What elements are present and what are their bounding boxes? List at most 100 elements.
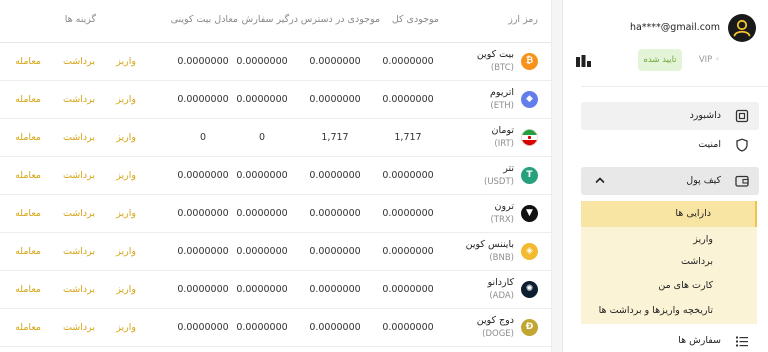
sidebar-subitem-history[interactable]: تاریخچه واریزها و برداشت ها xyxy=(581,298,757,324)
assets-table: رمز ارز موجودی کل موجودی در دسترس درگیر … xyxy=(0,0,552,352)
coin-name: ترون xyxy=(494,201,514,212)
deposit-link[interactable]: واریز xyxy=(116,56,136,67)
ethereum-icon: ◆ xyxy=(521,91,538,108)
deposit-link[interactable]: واریز xyxy=(116,132,136,143)
sidebar-subitem-label: کارت های من xyxy=(658,280,713,291)
available-balance: 0.0000000 xyxy=(309,284,361,295)
withdraw-link[interactable]: برداشت xyxy=(63,94,95,105)
header-in-orders: درگیر سفارش xyxy=(241,14,298,25)
total-balance: 0.0000000 xyxy=(382,246,434,257)
deposit-link[interactable]: واریز xyxy=(116,94,136,105)
table-row: ✺ کاردانو (ADA) 0.0000000 0.0000000 0.0000000… xyxy=(0,271,551,309)
coin-name: دوج کوین xyxy=(476,315,514,326)
total-balance: 0.0000000 xyxy=(382,284,434,295)
shield-icon xyxy=(736,138,748,152)
sidebar-item-label: امنیت xyxy=(698,139,721,150)
deposit-link[interactable]: واریز xyxy=(116,170,136,181)
total-balance: 1,717 xyxy=(394,132,422,143)
coin-name: بیت کوین xyxy=(476,49,514,60)
sidebar-item-dashboard[interactable]: داشبورد xyxy=(581,102,759,130)
sidebar-item-label: داشبورد xyxy=(689,110,721,121)
bitcoin-icon: ₿ xyxy=(521,53,538,70)
header-asset: رمز ارز xyxy=(508,14,538,25)
sidebar-divider xyxy=(581,86,768,87)
coin-symbol: (IRT) xyxy=(494,139,514,149)
deposit-link[interactable]: واریز xyxy=(116,322,136,333)
sidebar-item-label: سفارش ها xyxy=(678,335,721,346)
deposit-link[interactable]: واریز xyxy=(116,284,136,295)
sidebar-item-label: کیف پول xyxy=(686,175,721,186)
trade-link[interactable]: معامله xyxy=(15,246,41,257)
dogecoin-icon: Ð xyxy=(521,319,538,336)
withdraw-link[interactable]: برداشت xyxy=(63,322,95,333)
table-row: ▼ ترون (TRX) 0.0000000 0.0000000 0.0000000 0.0… xyxy=(0,195,551,233)
avatar[interactable] xyxy=(728,14,756,42)
table-row: تومان (IRT) 1,717 1,717 0 0 واریز برداشت معامله xyxy=(0,119,551,157)
tron-icon: ▼ xyxy=(521,205,538,222)
total-balance: 0.0000000 xyxy=(382,94,434,105)
coin-name: اتریوم xyxy=(490,87,514,98)
in-orders-balance: 0.0000000 xyxy=(236,208,288,219)
withdraw-link[interactable]: برداشت xyxy=(63,132,95,143)
coin-symbol: (BTC) xyxy=(490,63,514,73)
sidebar-item-wallet[interactable]: کیف پول xyxy=(581,167,759,195)
trade-link[interactable]: معامله xyxy=(15,170,41,181)
in-orders-balance: 0.0000000 xyxy=(236,246,288,257)
available-balance: 0.0000000 xyxy=(309,208,361,219)
user-icon xyxy=(733,19,751,37)
withdraw-link[interactable]: برداشت xyxy=(63,56,95,67)
coin-glyph: Ð xyxy=(525,322,534,332)
header-btc-equiv: معادل بیت کوینی xyxy=(170,14,238,25)
btc-equivalent: 0.0000000 xyxy=(177,284,229,295)
total-balance: 0.0000000 xyxy=(382,208,434,219)
binance-icon: ◈ xyxy=(521,243,538,260)
withdraw-link[interactable]: برداشت xyxy=(63,246,95,257)
wallet-icon xyxy=(735,175,749,187)
iran-flag-icon xyxy=(521,129,538,146)
sidebar-subitem-withdraw[interactable]: برداشت xyxy=(581,249,757,275)
sidebar-subitem-label: برداشت xyxy=(680,256,713,267)
sidebar-subitem-my-cards[interactable]: کارت های من xyxy=(581,273,757,299)
withdraw-link[interactable]: برداشت xyxy=(63,170,95,181)
btc-equivalent: 0.0000000 xyxy=(177,94,229,105)
withdraw-link[interactable]: برداشت xyxy=(63,208,95,219)
table-row: ◆ اتریوم (ETH) 0.0000000 0.0000000 0.0000000 0… xyxy=(0,81,551,119)
table-row: T تتر (USDT) 0.0000000 0.0000000 0.0000000 0.0… xyxy=(0,157,551,195)
vip-label: VIP ◦ xyxy=(698,55,720,65)
trade-link[interactable]: معامله xyxy=(15,322,41,333)
in-orders-balance: 0.0000000 xyxy=(236,284,288,295)
coin-glyph: T xyxy=(526,170,533,180)
total-balance: 0.0000000 xyxy=(382,322,434,333)
withdraw-link[interactable]: برداشت xyxy=(63,284,95,295)
sidebar: ha****@gmail.com تایید شده VIP ◦ داشبورد… xyxy=(562,0,768,352)
trade-link[interactable]: معامله xyxy=(15,132,41,143)
sidebar-item-security[interactable]: امنیت xyxy=(581,131,759,159)
coin-symbol: (TRX) xyxy=(490,215,514,225)
coin-glyph: ◆ xyxy=(526,94,533,104)
in-orders-balance: 0.0000000 xyxy=(236,170,288,181)
sidebar-item-orders[interactable]: سفارش ها xyxy=(581,327,759,352)
trade-link[interactable]: معامله xyxy=(15,284,41,295)
coin-name: کاردانو xyxy=(487,277,514,288)
coin-glyph: ✺ xyxy=(525,284,534,294)
trade-link[interactable]: معامله xyxy=(15,208,41,219)
trade-link[interactable]: معامله xyxy=(15,94,41,105)
header-available: موجودی در دسترس xyxy=(300,14,380,25)
sidebar-subitem-assets[interactable]: دارایی ها xyxy=(581,201,757,227)
deposit-link[interactable]: واریز xyxy=(116,208,136,219)
in-orders-balance: 0.0000000 xyxy=(236,322,288,333)
coin-symbol: (ADA) xyxy=(489,291,514,301)
coin-symbol: (BNB) xyxy=(489,253,514,263)
sidebar-subitem-label: تاریخچه واریزها و برداشت ها xyxy=(598,305,713,316)
cardano-icon: ✺ xyxy=(521,281,538,298)
chevron-up-icon[interactable] xyxy=(593,173,607,187)
verified-badge: تایید شده xyxy=(638,49,682,71)
available-balance: 0.0000000 xyxy=(309,94,361,105)
deposit-link[interactable]: واریز xyxy=(116,246,136,257)
coin-name: تومان xyxy=(491,125,514,136)
trade-link[interactable]: معامله xyxy=(15,56,41,67)
btc-equivalent: 0.0000000 xyxy=(177,208,229,219)
coin-symbol: (USDT) xyxy=(484,177,514,187)
list-icon xyxy=(736,336,748,347)
total-balance: 0.0000000 xyxy=(382,56,434,67)
